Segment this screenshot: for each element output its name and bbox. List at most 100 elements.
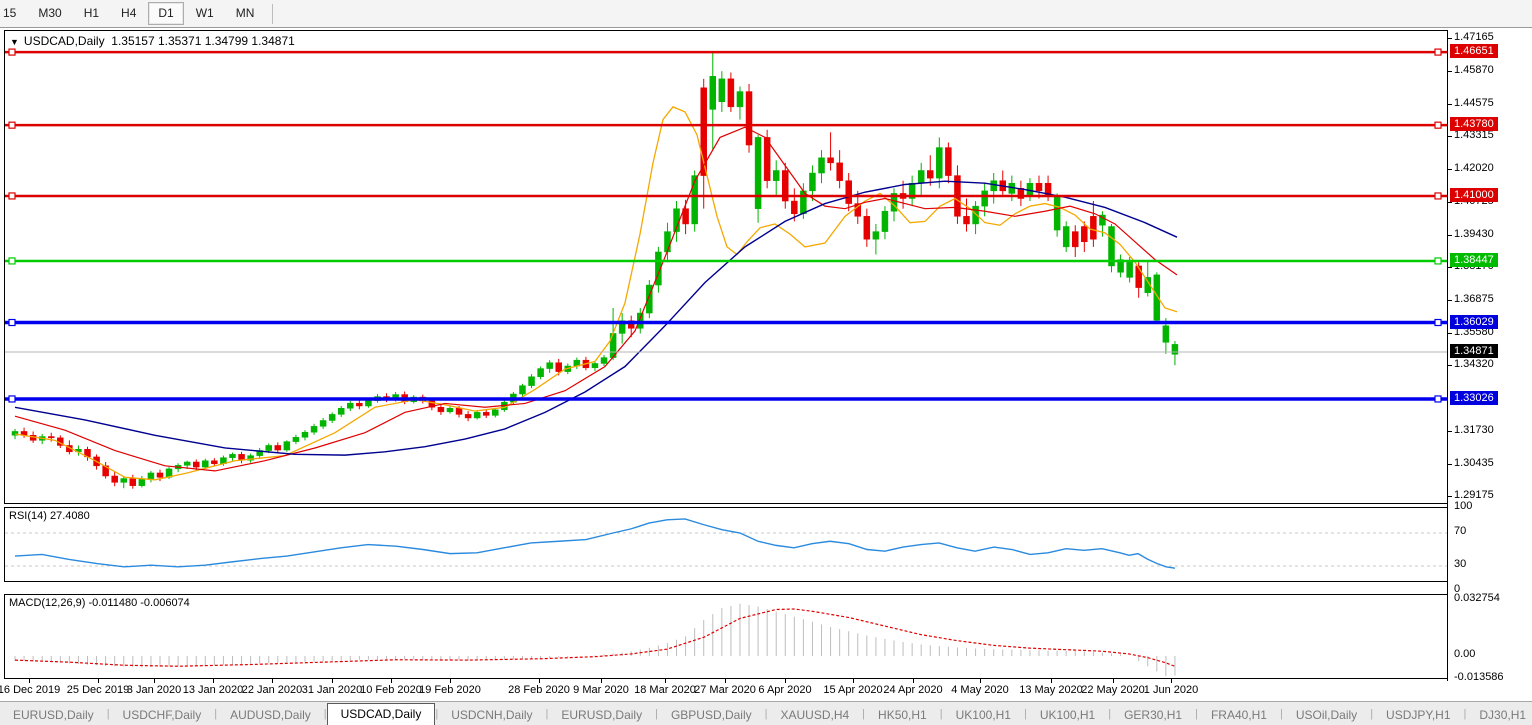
rsi-axis-label: 70 (1454, 525, 1467, 537)
date-label: 3 Jan 2020 (126, 684, 182, 696)
price-level-badge: 1.34871 (1450, 343, 1498, 358)
date-tick (601, 679, 602, 683)
price-axis-label: 1.29175 (1454, 489, 1494, 501)
axis-tick (1448, 38, 1452, 39)
symbol-tab-xauusd-7[interactable]: XAUUSD,H4 (767, 706, 862, 725)
rsi-axis-label: 100 (1454, 500, 1473, 513)
date-tick (980, 679, 981, 683)
symbol-tab-eurusd-0[interactable]: EURUSD,Daily (0, 706, 107, 725)
axis-tick (1448, 299, 1452, 301)
date-label: 15 Apr 2020 (823, 684, 883, 696)
macd-signal-line (14, 608, 1176, 667)
axis-tick (1448, 168, 1452, 170)
macd-indicator-pane[interactable] (4, 594, 1448, 679)
candlestick-chart[interactable] (5, 31, 1447, 503)
price-chart-pane[interactable] (4, 30, 1448, 504)
symbol-tab-usoil-13[interactable]: USOil,Daily (1283, 706, 1370, 725)
symbol-tab-usdjpy-14[interactable]: USDJPY,H1 (1373, 706, 1463, 725)
symbol-tab-usdcad-3[interactable]: USDCAD,Daily (326, 703, 436, 725)
price-axis-label: 1.30435 (1454, 456, 1494, 469)
rsi-indicator-pane[interactable] (4, 507, 1448, 582)
date-tick (391, 679, 392, 683)
date-tick (725, 679, 726, 683)
macd-axis-label: 0.032754 (1454, 592, 1500, 605)
ma-fast (14, 106, 1178, 481)
date-tick (665, 679, 666, 683)
date-tick (332, 679, 333, 683)
date-label: 28 Feb 2020 (508, 684, 570, 696)
price-axis-label: 1.45870 (1454, 63, 1494, 76)
symbol-tab-bar: EURUSD,Daily | USDCHF,Daily | AUDUSD,Daily | U… (0, 701, 1532, 725)
ma-slow (14, 180, 1178, 456)
rsi-chart[interactable] (5, 508, 1447, 581)
date-label: 19 Feb 2020 (419, 684, 481, 696)
timeframe-button-h1[interactable]: H1 (74, 2, 109, 25)
symbol-tab-usdchf-1[interactable]: USDCHF,Daily (110, 706, 215, 725)
rsi-label: RSI(14) 27.4080 (9, 510, 90, 522)
date-label: 9 Mar 2020 (573, 684, 629, 696)
timeframe-button-mn[interactable]: MN (226, 2, 265, 25)
axis-tick (1448, 234, 1452, 236)
timeframe-button-h4[interactable]: H4 (111, 2, 146, 25)
price-axis-label: 1.36875 (1454, 292, 1494, 305)
rsi-axis-label: 30 (1454, 558, 1467, 570)
symbol-tab-uk100-9[interactable]: UK100,H1 (943, 706, 1024, 725)
macd-chart[interactable] (5, 595, 1447, 678)
price-level-badge: 1.43780 (1450, 117, 1498, 132)
axis-tick (1448, 267, 1452, 268)
date-tick (154, 679, 155, 683)
symbol-tab-fra40-12[interactable]: FRA40,H1 (1198, 706, 1280, 725)
symbol-tab-dj30-15[interactable]: DJ30,H1 (1466, 706, 1532, 725)
axis-tick (1448, 70, 1452, 72)
date-label: 6 Apr 2020 (758, 684, 812, 696)
price-level-badge: 1.38447 (1450, 252, 1498, 267)
date-tick (1051, 679, 1052, 683)
date-label: 13 Jan 2020 (182, 684, 244, 696)
macd-axis-label: 0.00 (1454, 648, 1476, 660)
symbol-tab-audusd-2[interactable]: AUDUSD,Daily (217, 706, 324, 725)
date-label: 31 Jan 2020 (301, 684, 363, 696)
symbol-dropdown-caret[interactable]: ▼ (10, 37, 19, 47)
date-tick (913, 679, 914, 683)
axis-tick (1448, 463, 1452, 465)
axis-border-line (1447, 30, 1448, 681)
symbol-tab-ger30-11[interactable]: GER30,H1 (1111, 706, 1195, 725)
symbol-tab-eurusd-5[interactable]: EURUSD,Daily (548, 706, 655, 725)
price-axis-label: 1.42020 (1454, 161, 1494, 174)
symbol-tab-hk50-8[interactable]: HK50,H1 (865, 706, 940, 725)
timeframe-button-w1[interactable]: W1 (186, 2, 224, 25)
date-label: 16 Dec 2019 (0, 684, 61, 696)
timeframe-button-m30[interactable]: M30 (28, 2, 71, 25)
date-tick (1171, 679, 1172, 683)
price-axis-label: 1.31730 (1454, 423, 1494, 436)
date-tick (29, 679, 30, 683)
date-label: 27 Mar 2020 (694, 684, 756, 696)
timeframe-button-d1[interactable]: D1 (148, 2, 184, 25)
chart-symbol-label: USDCAD,Daily (23, 34, 105, 48)
price-axis[interactable]: 1.471651.458701.445751.433151.420201.407… (1447, 28, 1532, 684)
price-axis-label: 1.34320 (1454, 358, 1494, 370)
rsi-line (14, 518, 1176, 569)
date-tick (98, 679, 99, 683)
chart-ohlc-values: 1.35157 1.35371 1.34799 1.34871 (111, 34, 295, 48)
date-tick (1113, 679, 1114, 683)
symbol-tab-gbpusd-6[interactable]: GBPUSD,Daily (658, 706, 765, 725)
axis-tick (1448, 365, 1452, 366)
price-axis-label: 1.47165 (1454, 31, 1494, 43)
price-level-badge: 1.46651 (1450, 44, 1498, 59)
price-axis-label: 1.44575 (1454, 96, 1494, 109)
symbol-tab-uk100-10[interactable]: UK100,H1 (1027, 706, 1108, 725)
date-label: 22 Jan 2020 (241, 684, 303, 696)
macd-axis-label: -0.013586 (1454, 671, 1504, 684)
date-tick (450, 679, 451, 683)
date-label: 13 May 2020 (1019, 684, 1083, 696)
axis-tick (1448, 103, 1452, 105)
timeframe-button-15[interactable]: 15 (0, 2, 26, 25)
date-tick (853, 679, 854, 683)
date-label: 25 Dec 2019 (66, 684, 130, 696)
axis-tick (1448, 430, 1452, 432)
axis-tick (1448, 201, 1452, 203)
symbol-tab-usdcnh-4[interactable]: USDCNH,Daily (438, 706, 545, 725)
price-level-badge: 1.36029 (1450, 314, 1498, 329)
date-label: 22 May 2020 (1081, 684, 1145, 696)
